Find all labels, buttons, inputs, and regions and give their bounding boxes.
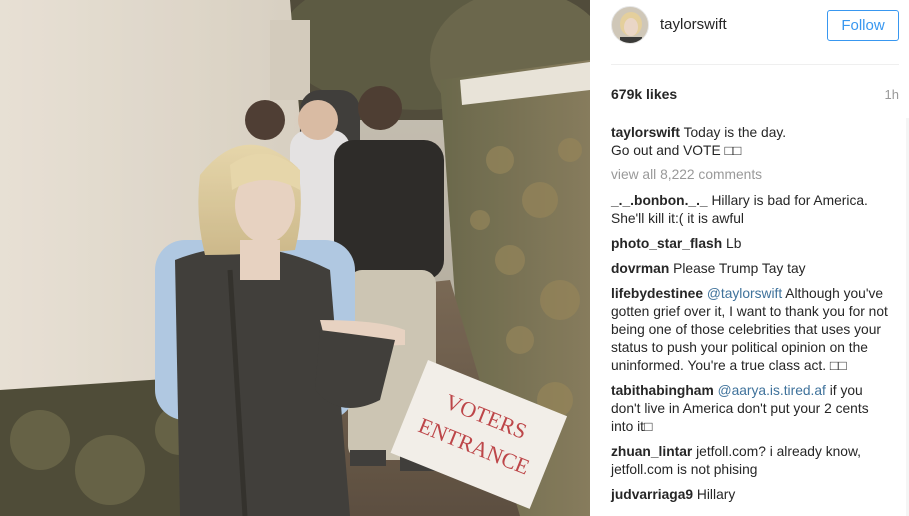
- comment-mention[interactable]: @taylorswift: [707, 286, 782, 301]
- comment-mention[interactable]: @aarya.is.tired.af: [718, 383, 826, 398]
- caption-username[interactable]: taylorswift: [611, 125, 680, 140]
- follow-button[interactable]: Follow: [827, 10, 899, 41]
- comment-username[interactable]: dovrman: [611, 261, 669, 276]
- comment-username[interactable]: photo_star_flash: [611, 236, 722, 251]
- comment-item: judvarriaga9 Hillary: [611, 486, 889, 504]
- comment-text: Please Trump Tay tay: [673, 261, 806, 276]
- post-photo-image: VOTERS ENTRANCE: [0, 0, 590, 516]
- comment-username[interactable]: lifebydestinee: [611, 286, 703, 301]
- caption-line-2: Go out and VOTE □□: [611, 143, 742, 158]
- post-info-panel: taylorswift Follow 679k likes 1h taylors…: [590, 0, 909, 516]
- avatar-image: [612, 7, 648, 43]
- comment-item: zhuan_lintar jetfoll.com? i already know…: [611, 443, 889, 479]
- avatar[interactable]: [611, 6, 649, 44]
- comment-username[interactable]: judvarriaga9: [611, 487, 693, 502]
- comment-item: lifebydestinee @taylorswift Although you…: [611, 285, 889, 375]
- comments-list: taylorswift Today is the day. Go out and…: [611, 124, 889, 511]
- view-all-comments-link[interactable]: view all 8,222 comments: [611, 166, 889, 184]
- comment-username[interactable]: zhuan_lintar: [611, 444, 692, 459]
- comment-username[interactable]: tabithabingham: [611, 383, 714, 398]
- comment-text: Hillary: [696, 487, 736, 502]
- post-caption: taylorswift Today is the day. Go out and…: [611, 124, 889, 160]
- like-count[interactable]: 679k likes: [611, 86, 677, 102]
- username[interactable]: taylorswift: [660, 16, 727, 33]
- comment-text: Lb: [726, 236, 742, 251]
- caption-line-1: Today is the day.: [683, 125, 787, 140]
- post-header: taylorswift Follow: [590, 0, 909, 65]
- post-photo[interactable]: VOTERS ENTRANCE: [0, 0, 590, 516]
- comment-username[interactable]: _._.bonbon._._: [611, 193, 708, 208]
- comment-item: photo_star_flash Lb: [611, 235, 889, 253]
- comment-item: _._.bonbon._._ Hillary is bad for Americ…: [611, 192, 889, 228]
- comment-item: dovrman Please Trump Tay tay: [611, 260, 889, 278]
- post-timestamp[interactable]: 1h: [885, 87, 899, 102]
- divider: [611, 64, 899, 65]
- comment-item: tabithabingham @aarya.is.tired.af if you…: [611, 382, 889, 436]
